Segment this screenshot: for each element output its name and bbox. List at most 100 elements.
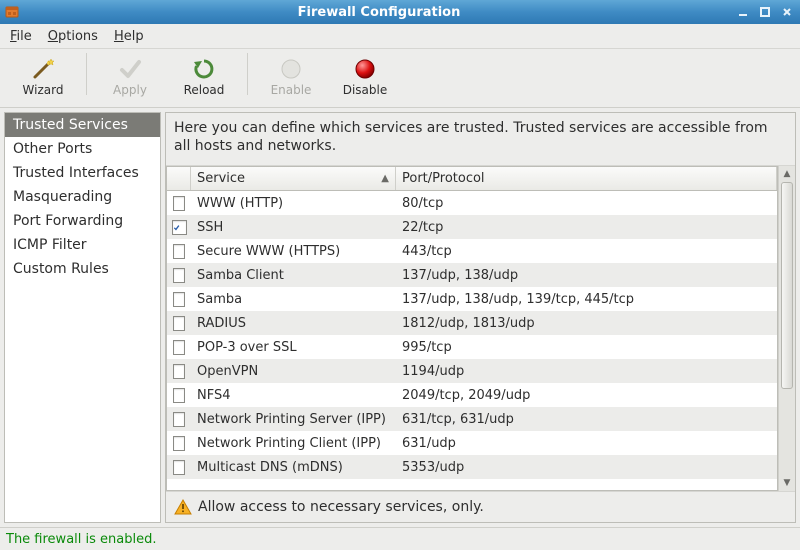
apply-label: Apply: [113, 83, 147, 97]
reload-button[interactable]: Reload: [169, 53, 239, 102]
service-checkbox[interactable]: [173, 388, 185, 403]
service-name: OpenVPN: [191, 361, 396, 382]
service-name: Secure WWW (HTTPS): [191, 241, 396, 262]
service-checkbox[interactable]: [173, 412, 185, 427]
enable-icon: [280, 56, 302, 82]
service-checkbox[interactable]: [172, 220, 187, 235]
menu-file[interactable]: File: [6, 27, 36, 46]
table-row[interactable]: Secure WWW (HTTPS)443/tcp: [167, 239, 777, 263]
scroll-up-icon[interactable]: ▲: [779, 166, 795, 182]
hint-row: Allow access to necessary services, only…: [166, 491, 795, 522]
table-row[interactable]: Samba Client137/udp, 138/udp: [167, 263, 777, 287]
status-text: The firewall is enabled.: [6, 532, 156, 547]
sidebar-item-port-forwarding[interactable]: Port Forwarding: [5, 209, 160, 233]
service-port: 80/tcp: [396, 193, 777, 214]
service-name: Samba Client: [191, 265, 396, 286]
check-icon: [117, 56, 143, 82]
service-port: 443/tcp: [396, 241, 777, 262]
menubar: File Options Help: [0, 24, 800, 49]
service-checkbox[interactable]: [173, 244, 185, 259]
service-port: 631/tcp, 631/udp: [396, 409, 777, 430]
table-row[interactable]: POP-3 over SSL995/tcp: [167, 335, 777, 359]
table-header: Service▲ Port/Protocol: [167, 167, 777, 191]
services-table: Service▲ Port/Protocol WWW (HTTP)80/tcpS…: [166, 166, 778, 491]
service-port: 2049/tcp, 2049/udp: [396, 385, 777, 406]
service-port: 22/tcp: [396, 217, 777, 238]
service-checkbox[interactable]: [173, 364, 185, 379]
service-checkbox[interactable]: [173, 460, 185, 475]
sidebar: Trusted ServicesOther PortsTrusted Inter…: [4, 112, 161, 523]
table-row[interactable]: OpenVPN1194/udp: [167, 359, 777, 383]
warning-icon: [174, 498, 192, 516]
service-checkbox[interactable]: [173, 268, 185, 283]
reload-label: Reload: [184, 83, 225, 97]
table-row[interactable]: WWW (HTTP)80/tcp: [167, 191, 777, 215]
wizard-label: Wizard: [23, 83, 64, 97]
table-row[interactable]: Samba137/udp, 138/udp, 139/tcp, 445/tcp: [167, 287, 777, 311]
apply-button: Apply: [95, 53, 165, 102]
table-row[interactable]: Network Printing Server (IPP)631/tcp, 63…: [167, 407, 777, 431]
col-header-checkbox[interactable]: [167, 167, 191, 190]
window-title: Firewall Configuration: [24, 5, 734, 20]
disable-icon: [354, 56, 376, 82]
titlebar: Firewall Configuration: [0, 0, 800, 24]
service-name: Multicast DNS (mDNS): [191, 457, 396, 478]
sidebar-item-custom-rules[interactable]: Custom Rules: [5, 257, 160, 281]
toolbar-separator: [86, 53, 87, 95]
service-checkbox[interactable]: [173, 316, 185, 331]
close-button[interactable]: [778, 3, 796, 21]
sidebar-item-masquerading[interactable]: Masquerading: [5, 185, 160, 209]
service-port: 137/udp, 138/udp, 139/tcp, 445/tcp: [396, 289, 777, 310]
disable-button[interactable]: Disable: [330, 53, 400, 102]
service-name: Samba: [191, 289, 396, 310]
service-name: Network Printing Server (IPP): [191, 409, 396, 430]
enable-label: Enable: [271, 83, 312, 97]
service-port: 1812/udp, 1813/udp: [396, 313, 777, 334]
sidebar-item-trusted-services[interactable]: Trusted Services: [5, 113, 160, 137]
service-checkbox[interactable]: [173, 292, 185, 307]
col-header-service[interactable]: Service▲: [191, 167, 396, 190]
service-checkbox[interactable]: [173, 196, 185, 211]
service-name: NFS4: [191, 385, 396, 406]
service-name: WWW (HTTP): [191, 193, 396, 214]
service-port: 137/udp, 138/udp: [396, 265, 777, 286]
sidebar-item-other-ports[interactable]: Other Ports: [5, 137, 160, 161]
service-name: SSH: [191, 217, 396, 238]
minimize-button[interactable]: [734, 3, 752, 21]
menu-help[interactable]: Help: [110, 27, 148, 46]
content-pane: Here you can define which services are t…: [165, 112, 796, 523]
table-row[interactable]: RADIUS1812/udp, 1813/udp: [167, 311, 777, 335]
maximize-button[interactable]: [756, 3, 774, 21]
sidebar-item-trusted-interfaces[interactable]: Trusted Interfaces: [5, 161, 160, 185]
enable-button: Enable: [256, 53, 326, 102]
col-header-port[interactable]: Port/Protocol: [396, 167, 777, 190]
scrollbar-thumb[interactable]: [781, 182, 793, 389]
disable-label: Disable: [343, 83, 388, 97]
service-name: Network Printing Client (IPP): [191, 433, 396, 454]
toolbar: Wizard Apply Reload Enable Disable: [0, 49, 800, 108]
service-checkbox[interactable]: [173, 340, 185, 355]
service-port: 631/udp: [396, 433, 777, 454]
wizard-button[interactable]: Wizard: [8, 53, 78, 102]
service-name: POP-3 over SSL: [191, 337, 396, 358]
reload-icon: [191, 56, 217, 82]
service-port: 5353/udp: [396, 457, 777, 478]
table-row[interactable]: SSH22/tcp: [167, 215, 777, 239]
app-icon: [0, 4, 24, 20]
sort-asc-icon: ▲: [381, 173, 389, 184]
wand-icon: [30, 56, 56, 82]
service-checkbox[interactable]: [173, 436, 185, 451]
menu-options[interactable]: Options: [44, 27, 102, 46]
scroll-down-icon[interactable]: ▼: [779, 475, 795, 491]
service-name: RADIUS: [191, 313, 396, 334]
hint-text: Allow access to necessary services, only…: [198, 499, 484, 515]
service-port: 995/tcp: [396, 337, 777, 358]
service-port: 1194/udp: [396, 361, 777, 382]
vertical-scrollbar[interactable]: ▲ ▼: [778, 166, 795, 491]
sidebar-item-icmp-filter[interactable]: ICMP Filter: [5, 233, 160, 257]
table-row[interactable]: Network Printing Client (IPP)631/udp: [167, 431, 777, 455]
table-row[interactable]: Multicast DNS (mDNS)5353/udp: [167, 455, 777, 479]
main-area: Trusted ServicesOther PortsTrusted Inter…: [0, 108, 800, 527]
table-row[interactable]: NFS42049/tcp, 2049/udp: [167, 383, 777, 407]
toolbar-separator: [247, 53, 248, 95]
